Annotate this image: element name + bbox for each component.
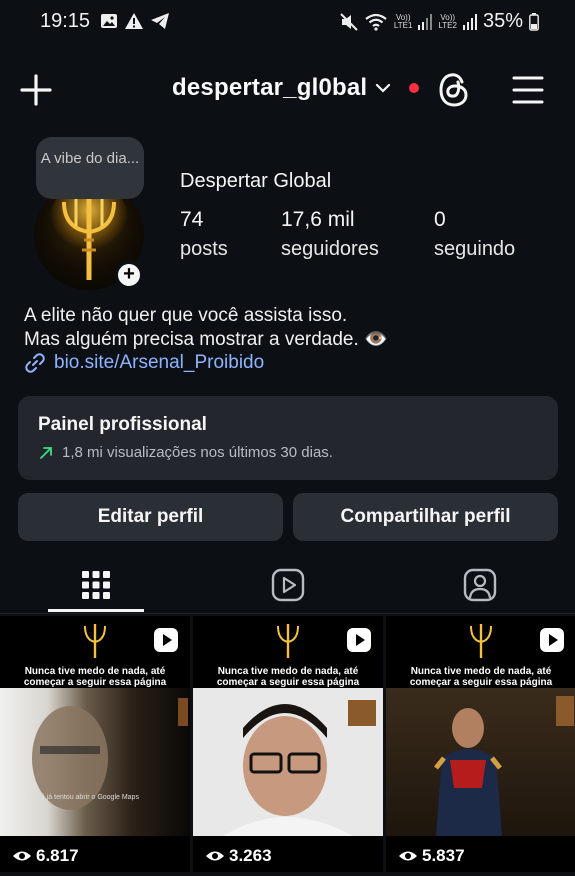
professional-dashboard[interactable]: Painel profissional 1,8 mi visualizações… (18, 396, 558, 480)
followers-count: 17,6 mil (281, 208, 355, 231)
post-caption: Nunca tive medo de nada, até começar a se… (193, 666, 383, 688)
post-thumbnail (193, 688, 383, 836)
reel-badge-icon (540, 628, 564, 652)
warning-icon (125, 13, 143, 29)
posts-grid: Nunca tive medo de nada, até começar a se… (0, 616, 575, 876)
post-views: 5.837 (398, 846, 465, 866)
bio: A elite não quer que você assista isso. … (24, 304, 388, 352)
post-views: 3.263 (205, 846, 272, 866)
tab-tagged[interactable] (432, 556, 528, 614)
gallery-icon (101, 14, 117, 28)
trident-thumbnail-icon (277, 624, 299, 658)
bio-line-2: Mas alguém precisa mostrar a verdade. 👁️ (24, 329, 388, 350)
post-caption: Nunca tive medo de nada, até começar a se… (386, 666, 575, 688)
bio-link[interactable]: bio.site/Arsenal_Proibido (24, 352, 264, 374)
caption-line-2: começar a seguir essa página (23, 677, 167, 688)
pro-panel-subtitle: 1,8 mi visualizações nos últimos 30 dias… (62, 444, 333, 461)
post-views-count: 6.817 (36, 846, 79, 865)
battery-percent: 35% (482, 10, 523, 32)
status-bar: 19:15 Vo)) LTE1 Vo)) LTE2 35% (0, 0, 575, 44)
signal-icon-2 (462, 13, 477, 30)
bio-line-1: A elite não quer que você assista isso. (24, 305, 348, 326)
caption-line-1: Nunca tive medo de nada, até (24, 666, 166, 677)
eye-icon (13, 851, 31, 861)
stat-posts[interactable]: 74 posts (180, 208, 228, 261)
sim1-text: LTE1 (393, 20, 413, 30)
tab-reels[interactable] (240, 556, 336, 614)
trending-up-icon (40, 446, 52, 459)
menu-button[interactable] (510, 72, 546, 108)
sim1-label: Vo)) LTE1 (393, 13, 413, 30)
reels-icon (271, 568, 305, 602)
edit-profile-button[interactable]: Editar perfil (18, 493, 283, 541)
post-views: 6.817 (12, 846, 79, 866)
following-count: 0 (434, 208, 446, 231)
caption-line-2: começar a seguir essa página (216, 677, 360, 688)
tab-posts-grid[interactable] (48, 556, 144, 614)
post-views-count: 3.263 (229, 846, 272, 865)
notification-dot (409, 83, 420, 93)
post-tile[interactable]: Nunca tive medo de nada, até começar a se… (386, 616, 575, 872)
trident-thumbnail-icon (84, 624, 106, 658)
caption-line-1: Nunca tive medo de nada, até (410, 666, 552, 677)
sim2-text: LTE2 (438, 20, 457, 30)
chevron-down-icon (376, 83, 391, 93)
stat-followers[interactable]: 17,6 mil seguidores (281, 208, 379, 261)
caption-line-1: Nunca tive medo de nada, até (217, 666, 359, 677)
status-system-icons: Vo)) LTE1 Vo)) LTE2 35% (340, 10, 539, 33)
post-overlay-text: você já tentou abrir o Google Maps (30, 794, 139, 801)
grid-icon (82, 571, 110, 599)
status-notification-icons (100, 12, 170, 30)
plus-icon (20, 74, 52, 106)
menu-icon (512, 76, 544, 104)
active-tab-indicator (48, 609, 144, 612)
link-icon (25, 353, 45, 373)
eye-icon (206, 851, 224, 861)
pro-panel-subtitle-row: 1,8 mi visualizações nos últimos 30 dias… (38, 444, 538, 461)
create-button[interactable] (18, 72, 54, 108)
post-tile[interactable]: Nunca tive medo de nada, até começar a se… (193, 616, 383, 872)
caption-line-2: começar a seguir essa página (409, 677, 553, 688)
share-profile-button[interactable]: Compartilhar perfil (293, 493, 558, 541)
bio-link-text: bio.site/Arsenal_Proibido (54, 352, 265, 373)
eye-icon (399, 851, 417, 861)
tagged-icon (463, 568, 497, 602)
post-caption: Nunca tive medo de nada, até começar a se… (0, 666, 190, 688)
profile-tabs (0, 556, 575, 614)
post-tile[interactable]: Nunca tive medo de nada, até começar a se… (0, 616, 190, 872)
threads-button[interactable] (436, 70, 472, 110)
add-story-button[interactable]: + (115, 261, 143, 289)
post-thumbnail (386, 688, 575, 836)
threads-icon (439, 73, 468, 107)
tabs-divider (0, 613, 575, 614)
signal-icon (418, 13, 433, 30)
reel-badge-icon (154, 628, 178, 652)
posts-label: posts (180, 238, 228, 260)
trident-thumbnail-icon (470, 624, 492, 658)
profile-header: despertar_gl0bal (0, 60, 575, 120)
following-label: seguindo (434, 238, 516, 260)
status-time: 19:15 (40, 10, 91, 32)
username: despertar_gl0bal (172, 74, 368, 101)
posts-count: 74 (180, 208, 204, 231)
sim2-label: Vo)) LTE2 (438, 13, 457, 30)
pro-panel-title: Painel profissional (38, 414, 207, 435)
battery-icon (529, 12, 539, 31)
stat-following[interactable]: 0 seguindo (434, 208, 515, 261)
mute-icon (340, 12, 358, 31)
post-views-count: 5.837 (422, 846, 465, 865)
wifi-icon (365, 13, 387, 31)
telegram-icon (151, 13, 169, 29)
account-switcher[interactable]: despertar_gl0bal (172, 74, 420, 102)
reel-badge-icon (347, 628, 371, 652)
followers-label: seguidores (281, 238, 379, 260)
note-bubble[interactable]: A vibe do dia... (36, 137, 144, 199)
display-name: Despertar Global (180, 170, 332, 192)
post-thumbnail (0, 688, 190, 836)
